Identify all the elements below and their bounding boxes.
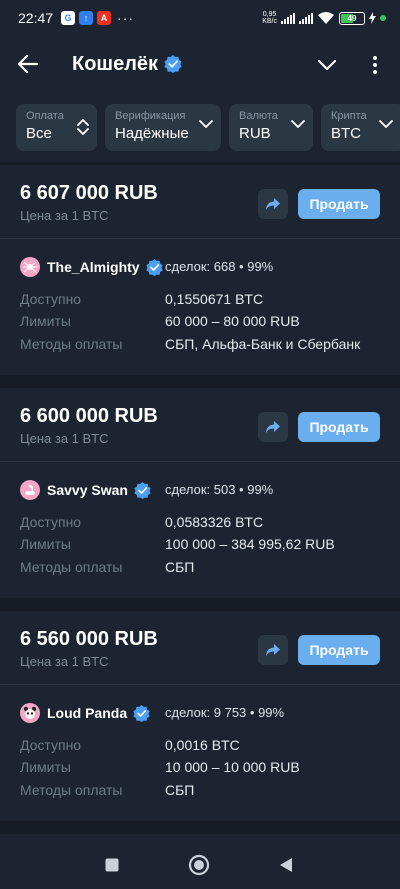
share-arrow-icon bbox=[266, 644, 280, 656]
share-button[interactable] bbox=[258, 412, 288, 442]
offer-price-caption: Цена за 1 BTC bbox=[20, 654, 109, 669]
sort-updown-icon bbox=[77, 119, 89, 135]
available-row: Доступно 0,0583326 BTC bbox=[20, 514, 264, 530]
chevron-down-icon bbox=[318, 60, 336, 70]
signal-icon bbox=[281, 12, 295, 24]
merchant-name: Loud Panda bbox=[47, 705, 128, 721]
merchant-deals: сделок: 503 • 99% bbox=[165, 482, 274, 497]
upload-icon: ↑ bbox=[79, 11, 94, 25]
arrow-left-icon bbox=[18, 55, 38, 73]
filter-crypto[interactable]: Крипта BTC bbox=[321, 104, 400, 151]
alfa-bank-icon: A bbox=[97, 11, 112, 25]
back-button[interactable] bbox=[0, 36, 56, 92]
offer-price: 6 607 000 RUB bbox=[20, 182, 158, 204]
payment-methods-row: Методы оплаты СБП bbox=[20, 559, 195, 575]
system-back-button[interactable] bbox=[273, 852, 299, 878]
notification-dot-icon bbox=[380, 15, 386, 21]
merchant-avatar bbox=[20, 703, 40, 723]
offer-price: 6 560 000 RUB bbox=[20, 628, 158, 650]
panda-icon bbox=[23, 706, 37, 719]
filter-bar: Оплата Все Верификация Надёжные Валюта R… bbox=[0, 92, 400, 162]
battery-level: 49 bbox=[347, 13, 357, 23]
sell-button[interactable]: Продать bbox=[298, 189, 380, 219]
filter-verification[interactable]: Верификация Надёжные bbox=[105, 104, 221, 151]
more-menu-button[interactable] bbox=[362, 48, 388, 82]
verified-badge-icon bbox=[133, 704, 150, 722]
square-icon bbox=[105, 858, 119, 872]
merchant-avatar bbox=[20, 480, 40, 500]
filter-payment[interactable]: Оплата Все bbox=[16, 104, 97, 151]
verified-badge-icon bbox=[134, 481, 151, 499]
status-bar: 22:47 G ↑ A ··· 0,95 KB/c 49 bbox=[0, 0, 400, 36]
available-row: Доступно 0,0016 BTC bbox=[20, 737, 240, 753]
limits-row: Лимиты 100 000 – 384 995,62 RUB bbox=[20, 536, 335, 552]
more-vertical-icon bbox=[373, 56, 377, 74]
wifi-icon bbox=[318, 12, 334, 24]
chevron-down-icon bbox=[199, 120, 213, 128]
merchant[interactable]: Savvy Swan bbox=[20, 480, 151, 500]
filter-currency[interactable]: Валюта RUB bbox=[229, 104, 313, 151]
verified-badge-icon bbox=[164, 55, 182, 73]
charging-icon bbox=[369, 12, 376, 24]
limits-row: Лимиты 60 000 – 80 000 RUB bbox=[20, 313, 300, 329]
merchant-name: The_Almighty bbox=[47, 259, 140, 275]
chevron-down-icon bbox=[379, 120, 393, 128]
offer-price-caption: Цена за 1 BTC bbox=[20, 431, 109, 446]
home-circle-icon bbox=[188, 854, 210, 876]
offer-price: 6 600 000 RUB bbox=[20, 405, 158, 427]
offer-card: 6 600 000 RUB Цена за 1 BTC Продать Savv… bbox=[0, 388, 400, 598]
page-title: Кошелёк bbox=[72, 52, 159, 75]
more-notifications-icon: ··· bbox=[117, 10, 135, 26]
sell-button[interactable]: Продать bbox=[298, 635, 380, 665]
status-time: 22:47 bbox=[18, 10, 54, 26]
recent-apps-button[interactable] bbox=[99, 852, 125, 878]
merchant-deals: сделок: 668 • 99% bbox=[165, 259, 274, 274]
app-header: Кошелёк bbox=[0, 36, 400, 92]
merchant[interactable]: The_Almighty bbox=[20, 257, 163, 277]
swan-icon bbox=[25, 485, 35, 495]
share-button[interactable] bbox=[258, 189, 288, 219]
triangle-back-icon bbox=[280, 858, 292, 872]
limits-row: Лимиты 10 000 – 10 000 RUB bbox=[20, 759, 300, 775]
available-row: Доступно 0,1550671 BTC bbox=[20, 291, 264, 307]
offer-price-caption: Цена за 1 BTC bbox=[20, 208, 109, 223]
share-arrow-icon bbox=[266, 421, 280, 433]
merchant-avatar bbox=[20, 257, 40, 277]
home-button[interactable] bbox=[186, 852, 212, 878]
google-icon: G bbox=[61, 11, 76, 25]
signal-icon-2 bbox=[299, 12, 313, 24]
merchant-deals: сделок: 9 753 • 99% bbox=[165, 705, 285, 720]
wallet-switch-button[interactable] bbox=[310, 48, 344, 82]
verified-badge-icon bbox=[145, 258, 163, 276]
share-arrow-icon bbox=[266, 198, 280, 210]
spider-icon bbox=[23, 261, 37, 273]
share-button[interactable] bbox=[258, 635, 288, 665]
offer-card: 6 560 000 RUB Цена за 1 BTC Продать Loud… bbox=[0, 611, 400, 821]
merchant-name: Savvy Swan bbox=[47, 482, 128, 498]
payment-methods-row: Методы оплаты СБП bbox=[20, 782, 195, 798]
payment-methods-row: Методы оплаты СБП, Альфа-Банк и Сбербанк bbox=[20, 336, 361, 352]
net-speed: 0,95 KB/c bbox=[262, 11, 277, 25]
merchant[interactable]: Loud Panda bbox=[20, 703, 150, 723]
chevron-down-icon bbox=[291, 120, 305, 128]
offer-card: 6 607 000 RUB Цена за 1 BTC Продать The_… bbox=[0, 165, 400, 375]
system-nav-bar bbox=[0, 840, 400, 889]
sell-button[interactable]: Продать bbox=[298, 412, 380, 442]
battery-icon: 49 bbox=[339, 11, 365, 25]
